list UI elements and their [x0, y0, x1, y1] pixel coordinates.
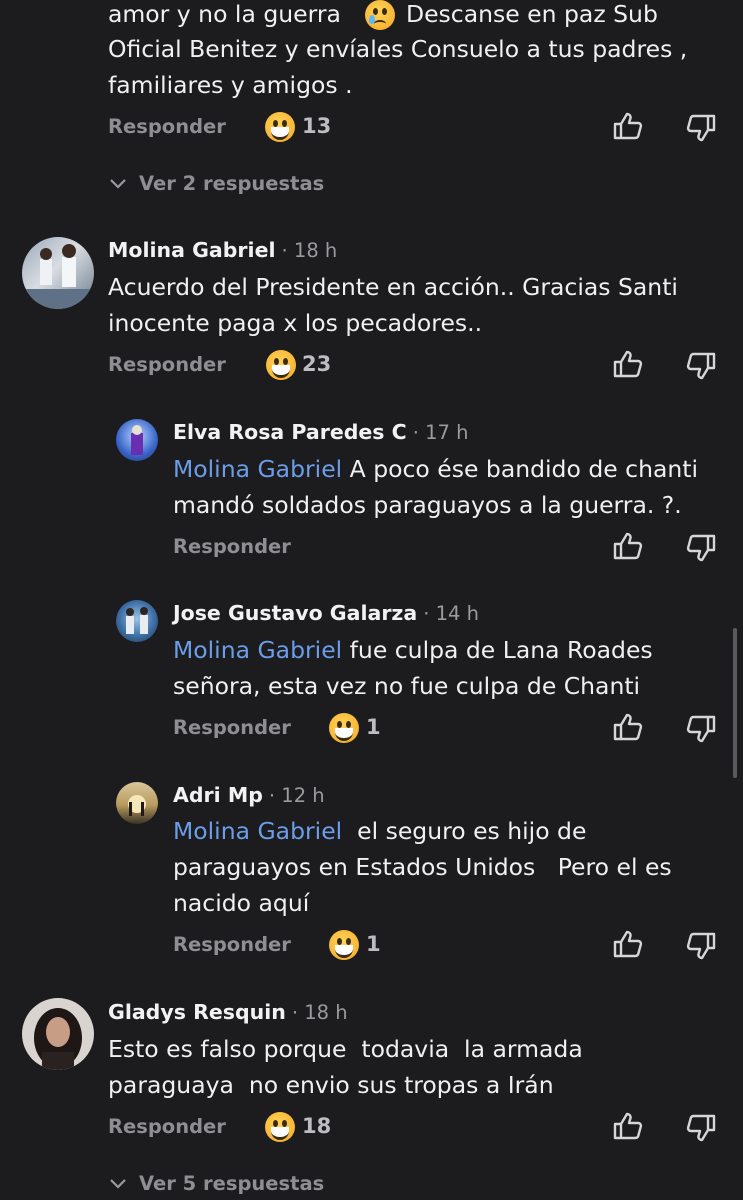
crying-face-icon	[365, 0, 395, 30]
reply-button[interactable]: Responder	[173, 535, 291, 558]
mention-link[interactable]: Molina Gabriel	[173, 455, 342, 483]
author-name[interactable]: Jose Gustavo Galarza	[173, 601, 417, 625]
dislike-icon[interactable]	[685, 533, 717, 563]
dislike-icon[interactable]	[685, 351, 717, 381]
comment-header: Jose Gustavo Galarza · 14 h	[173, 601, 479, 625]
reaction-count[interactable]: 1	[366, 932, 381, 956]
mention-link[interactable]: Molina Gabriel	[173, 636, 342, 664]
reply-button[interactable]: Responder	[108, 115, 226, 138]
comment-text-line: Molina Gabriel A poco ése bandido de cha…	[173, 455, 699, 483]
scrollbar[interactable]	[733, 628, 737, 778]
timestamp: · 18 h	[281, 239, 338, 262]
comment-text-line: familiares y amigos .	[108, 71, 353, 99]
like-icon[interactable]	[612, 712, 644, 742]
avatar[interactable]	[116, 600, 158, 642]
timestamp: · 18 h	[291, 1001, 348, 1024]
reaction-count[interactable]: 18	[302, 1114, 331, 1138]
avatar[interactable]	[22, 998, 94, 1070]
comment-text-line: mandó soldados paraguayos a la guerra. ?…	[173, 491, 682, 519]
laughing-emoji-icon	[329, 713, 359, 743]
reply-button[interactable]: Responder	[108, 1115, 226, 1138]
comment-header: Gladys Resquin · 18 h	[108, 1000, 348, 1024]
timestamp: · 17 h	[412, 421, 469, 444]
comment-header: Elva Rosa Paredes C · 17 h	[173, 420, 468, 444]
comment-header: Molina Gabriel · 18 h	[108, 238, 337, 262]
reply-button[interactable]: Responder	[173, 716, 291, 739]
avatar[interactable]	[22, 237, 94, 309]
reply-button[interactable]: Responder	[173, 933, 291, 956]
comment-text-line: nacido aquí	[173, 889, 310, 917]
laughing-emoji-icon	[329, 930, 359, 960]
reaction-count[interactable]: 13	[302, 114, 331, 138]
reply-button[interactable]: Responder	[108, 353, 226, 376]
author-name[interactable]: Adri Mp	[173, 783, 263, 807]
reaction-count[interactable]: 23	[302, 352, 331, 376]
like-icon[interactable]	[612, 111, 644, 141]
comment-text-line: amor y no la guerra	[108, 0, 341, 28]
view-replies-button[interactable]: Ver 5 respuestas	[139, 1172, 324, 1195]
comment-text-line: Molina Gabriel fue culpa de Lana Roades	[173, 636, 653, 664]
timestamp: · 14 h	[423, 602, 479, 625]
laughing-emoji-icon	[266, 350, 296, 380]
comment-text-line: señora, esta vez no fue culpa de Chanti	[173, 672, 641, 700]
author-name[interactable]: Elva Rosa Paredes C	[173, 420, 407, 444]
reaction-count[interactable]: 1	[366, 715, 381, 739]
dislike-icon[interactable]	[685, 113, 717, 143]
comment-text-line: Esto es falso porque todavia la armada	[108, 1035, 583, 1063]
like-icon[interactable]	[612, 349, 644, 379]
comment-text-line: Acuerdo del Presidente en acción.. Graci…	[108, 273, 678, 301]
like-icon[interactable]	[612, 929, 644, 959]
chevron-down-icon	[108, 176, 128, 192]
comment-text-line: paraguaya no envio sus tropas a Irán	[108, 1071, 554, 1099]
author-name[interactable]: Molina Gabriel	[108, 238, 276, 262]
like-icon[interactable]	[612, 531, 644, 561]
comment-text-line: Descanse en paz Sub	[406, 0, 658, 28]
dislike-icon[interactable]	[685, 1113, 717, 1143]
comment-text-line: paraguayos en Estados Unidos Pero el es	[173, 853, 672, 881]
comment-text-line: Molina Gabriel el seguro es hijo de	[173, 817, 587, 845]
view-replies-button[interactable]: Ver 2 respuestas	[139, 172, 324, 195]
dislike-icon[interactable]	[685, 931, 717, 961]
comment-header: Adri Mp · 12 h	[173, 783, 325, 807]
mention-link[interactable]: Molina Gabriel	[173, 817, 342, 845]
comment-text-line: inocente paga x los pecadores..	[108, 309, 483, 337]
avatar[interactable]	[116, 782, 158, 824]
comment-text-line: Oficial Benitez y envíales Consuelo a tu…	[108, 35, 688, 63]
laughing-emoji-icon	[265, 112, 295, 142]
like-icon[interactable]	[612, 1111, 644, 1141]
chevron-down-icon	[108, 1176, 128, 1192]
timestamp: · 12 h	[268, 784, 325, 807]
avatar[interactable]	[116, 419, 158, 461]
author-name[interactable]: Gladys Resquin	[108, 1000, 286, 1024]
dislike-icon[interactable]	[685, 714, 717, 744]
laughing-emoji-icon	[265, 1112, 295, 1142]
